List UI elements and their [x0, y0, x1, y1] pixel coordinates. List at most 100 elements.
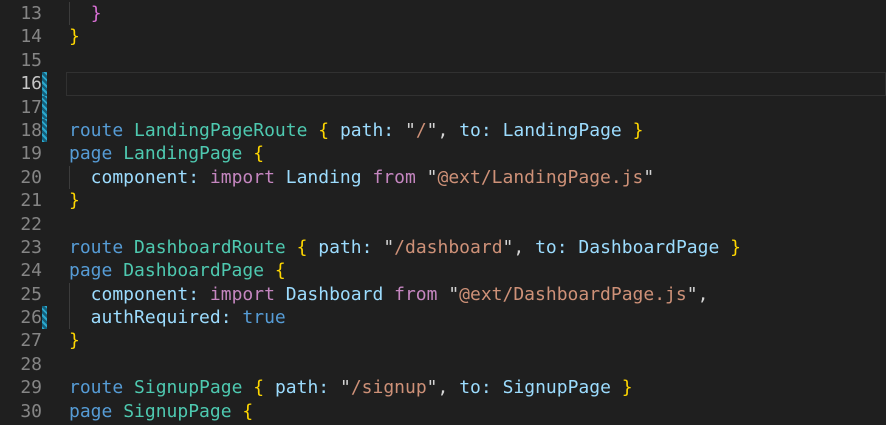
code-line[interactable]: 25 component: import Dashboard from "@ex… — [0, 283, 886, 306]
code-line[interactable]: 29 route SignupPage { path: "/signup", to… — [0, 376, 886, 399]
code-token-prop: DashboardPage — [578, 237, 730, 258]
line-number[interactable]: 26 — [0, 306, 42, 329]
line-number[interactable]: 28 — [0, 353, 42, 376]
code-token-b1: } — [730, 237, 741, 258]
code-line[interactable]: 27} — [0, 329, 886, 352]
code-token-prop: Landing — [286, 167, 373, 188]
code-token-b1: { — [318, 120, 340, 141]
code-line[interactable]: 18 route LandingPageRoute { path: "/", to… — [0, 119, 886, 142]
code-line-text[interactable]: route DashboardRoute { path: "/dashboard… — [69, 236, 741, 259]
code-token-pn: , — [438, 377, 460, 398]
code-line-text[interactable]: route SignupPage { path: "/signup", to: … — [69, 376, 633, 399]
code-token-type: SignupPage — [123, 401, 242, 422]
code-line-text[interactable]: } — [69, 25, 80, 48]
code-token-type: LandingPageRoute — [134, 120, 318, 141]
code-line[interactable]: 17 — [0, 96, 886, 119]
code-token-b1: { — [253, 377, 275, 398]
code-line[interactable]: 22 — [0, 213, 886, 236]
code-token-kw: page — [69, 260, 123, 281]
code-token-b1: } — [69, 330, 80, 351]
code-line-text[interactable]: page LandingPage { — [69, 142, 264, 165]
code-token-q: " — [427, 167, 438, 188]
code-line-text[interactable]: page SignupPage { — [69, 400, 253, 423]
code-line[interactable]: 30 page SignupPage { — [0, 400, 886, 423]
code-line[interactable]: 14} — [0, 25, 886, 48]
code-line-text[interactable]: component: import Landing from "@ext/Lan… — [69, 166, 654, 189]
code-line-text[interactable]: } — [69, 189, 80, 212]
line-number[interactable]: 23 — [0, 236, 42, 259]
code-token-q: " — [427, 377, 438, 398]
line-number[interactable]: 22 — [0, 213, 42, 236]
code-line-text[interactable]: } — [69, 329, 80, 352]
git-modified-gutter-marker[interactable] — [42, 119, 47, 142]
code-token-prop: to: — [535, 237, 578, 258]
code-line-text[interactable]: component: import Dashboard from "@ext/D… — [69, 283, 708, 306]
code-token-pn: , — [438, 120, 460, 141]
line-number[interactable]: 20 — [0, 166, 42, 189]
code-line[interactable]: 15 — [0, 49, 886, 72]
code-line[interactable]: 26 authRequired: true — [0, 306, 886, 329]
line-number[interactable]: 13 — [0, 2, 42, 25]
code-token-kw: route — [69, 237, 134, 258]
line-number[interactable]: 16 — [0, 72, 42, 95]
code-token-q: " — [405, 120, 416, 141]
code-token-q: " — [340, 377, 351, 398]
code-token-prop: path: — [275, 377, 340, 398]
code-token-prop: Dashboard — [286, 284, 394, 305]
line-number[interactable]: 24 — [0, 259, 42, 282]
code-token-ctrl: from — [394, 284, 448, 305]
code-line[interactable]: 23 route DashboardRoute { path: "/dashboa… — [0, 236, 886, 259]
code-line[interactable]: 21} — [0, 189, 886, 212]
code-line[interactable]: 19 page LandingPage { — [0, 142, 886, 165]
code-token-ctrl: import — [210, 284, 286, 305]
code-token-prop: SignupPage — [503, 377, 622, 398]
git-modified-gutter-marker[interactable] — [42, 306, 47, 329]
line-number[interactable]: 15 — [0, 49, 42, 72]
code-token-q: " — [383, 237, 394, 258]
code-token-type: DashboardRoute — [134, 237, 297, 258]
code-token-kw: page — [69, 401, 123, 422]
code-token-b1: { — [242, 401, 253, 422]
current-line-highlight — [66, 72, 886, 95]
code-token-b1: } — [69, 190, 80, 211]
code-token-b1: } — [633, 120, 644, 141]
code-line-text[interactable]: route LandingPageRoute { path: "/", to: … — [69, 119, 643, 142]
code-token-q: " — [448, 284, 459, 305]
code-token-ctrl: from — [372, 167, 426, 188]
line-number[interactable]: 27 — [0, 329, 42, 352]
code-token-prop: LandingPage — [503, 120, 633, 141]
code-line-text[interactable]: } — [69, 2, 102, 25]
code-token-q: " — [643, 167, 654, 188]
line-number[interactable]: 14 — [0, 25, 42, 48]
code-token-b1: { — [297, 237, 319, 258]
code-token-prop: to: — [459, 377, 502, 398]
git-modified-gutter-marker[interactable] — [42, 96, 47, 119]
line-number[interactable]: 30 — [0, 400, 42, 423]
line-number[interactable]: 29 — [0, 376, 42, 399]
code-token-ctrl: import — [210, 167, 286, 188]
code-line[interactable]: 16 — [0, 72, 886, 95]
code-token-pl — [69, 3, 91, 24]
code-token-str: /dashboard — [394, 237, 502, 258]
code-line[interactable]: 20 component: import Landing from "@ext/… — [0, 166, 886, 189]
code-line[interactable]: 24 page DashboardPage { — [0, 259, 886, 282]
line-number[interactable]: 21 — [0, 189, 42, 212]
editor-rows: 13 }14}15161718route LandingPageRoute { … — [0, 2, 886, 423]
code-token-type: LandingPage — [123, 143, 253, 164]
code-line[interactable]: 28 — [0, 353, 886, 376]
line-number[interactable]: 17 — [0, 96, 42, 119]
code-token-pn: , — [513, 237, 535, 258]
code-token-q: " — [687, 284, 698, 305]
code-token-kw: route — [69, 377, 134, 398]
code-token-b1: } — [69, 26, 80, 47]
code-token-b1: { — [275, 260, 286, 281]
git-modified-gutter-marker[interactable] — [42, 72, 47, 95]
code-line-text[interactable]: authRequired: true — [69, 306, 286, 329]
code-line-text[interactable]: page DashboardPage { — [69, 259, 286, 282]
code-token-type: DashboardPage — [123, 260, 275, 281]
code-line[interactable]: 13 } — [0, 2, 886, 25]
line-number[interactable]: 18 — [0, 119, 42, 142]
line-number[interactable]: 25 — [0, 283, 42, 306]
line-number[interactable]: 19 — [0, 142, 42, 165]
code-token-pn: , — [698, 284, 709, 305]
